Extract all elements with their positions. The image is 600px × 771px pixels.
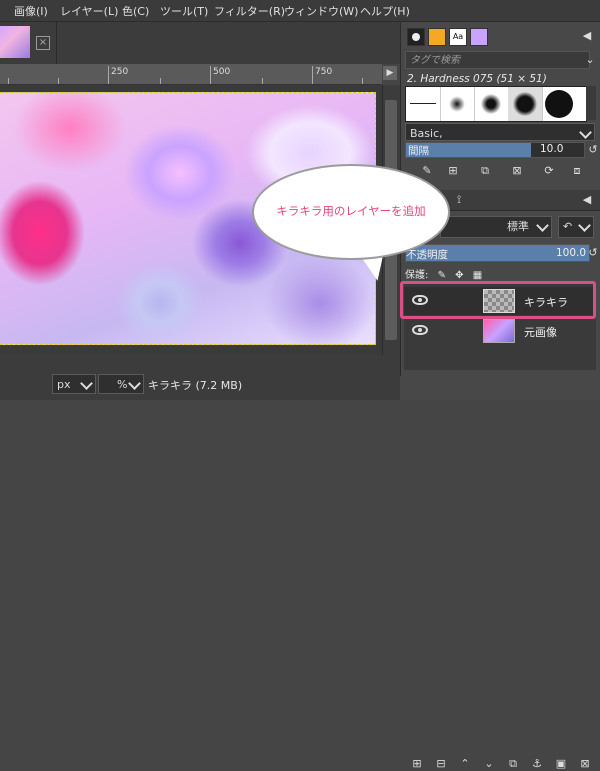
unit-value: px [57,378,71,391]
lock-alpha-icon[interactable]: ▦ [473,270,482,281]
eye-icon[interactable] [412,325,428,335]
layer-mode-value: 標準 [507,220,529,233]
duplicate-layer-icon[interactable]: ⧉ [506,757,520,771]
layer-mask-icon[interactable]: ▣ [554,757,568,771]
brush-pixel[interactable] [406,87,441,121]
chevron-down-icon [128,377,141,390]
status-text: キラキラ (7.2 MB) [148,379,243,392]
lock-label: 保護: [405,270,429,281]
layer-mode-select[interactable]: 標準 [440,216,552,238]
delete-layer-icon[interactable]: ⊠ [578,757,592,771]
opacity-value: 100.0 [556,247,587,259]
chevron-down-icon [536,219,549,232]
ruler-label-500: 500 [213,67,231,77]
brush-tab-icon[interactable] [407,28,425,46]
selected-brush-name: 2. Hardness 075 (51 × 51) [407,73,547,85]
menu-layer[interactable]: レイヤー(L) [60,3,118,19]
brush-grid-scrollbar[interactable] [586,86,596,120]
new-brush-icon[interactable]: ⊞ [446,164,460,178]
anchor-layer-icon[interactable]: ⚓ [530,757,544,771]
ruler-label-250: 250 [111,67,129,77]
menu-help[interactable]: ヘルプ(H) [360,3,410,19]
layer-thumbnail-original[interactable] [483,319,515,343]
menu-image[interactable]: 画像(I) [14,3,48,19]
edit-brush-icon[interactable]: ✎ [420,164,434,178]
image-tab-strip [0,22,400,64]
horizontal-scrollbar[interactable] [0,355,400,369]
layer-composite-select[interactable]: ↶ [558,216,594,238]
chevron-down-icon [578,219,591,232]
zoom-suffix: % [117,378,128,391]
layer-name-original[interactable]: 元画像 [524,324,557,340]
image-tab-thumbnail[interactable] [0,26,30,58]
highlight-frame [400,281,596,319]
raise-layer-icon[interactable]: ⌃ [458,757,472,771]
new-layer-group-icon[interactable]: ⊟ [434,757,448,771]
callout-text: キラキラ用のレイヤーを追加 [276,204,426,218]
chevron-down-icon [80,377,93,390]
duplicate-brush-icon[interactable]: ⧉ [478,164,492,178]
brush-preset-select[interactable]: Basic, [405,123,595,141]
brush-hardness-050[interactable] [474,87,509,121]
open-as-image-icon[interactable]: ⧈ [570,164,584,178]
close-icon[interactable]: × [36,36,50,50]
undo-icon: ↶ [563,220,573,233]
menu-tools[interactable]: ツール(T) [160,3,208,19]
brush-hardness-075[interactable] [508,87,543,121]
brush-grid [405,86,587,122]
tag-search-input[interactable]: タグで検索 [405,51,590,69]
reset-icon[interactable]: ↺ [586,143,600,157]
spacing-value: 10.0 [540,143,564,155]
tab-divider [56,22,57,64]
delete-brush-icon[interactable]: ⊠ [510,164,524,178]
zoom-select[interactable]: % [98,374,144,394]
lock-pixels-icon[interactable]: ✎ [438,270,446,281]
lower-layer-icon[interactable]: ⌄ [482,757,496,771]
font-tab-icon[interactable]: Aa [449,28,467,46]
brush-preset-value: Basic, [410,127,443,140]
lock-position-icon[interactable]: ✥ [455,270,463,281]
menu-filters[interactable]: フィルター(R) [214,3,285,19]
brush-hardness-100[interactable] [542,87,576,121]
ruler-label-750: 750 [315,67,333,77]
layers-toolbar: ⊞ ⊟ ⌃ ⌄ ⧉ ⚓ ▣ ⊠ [400,376,600,770]
reset-icon[interactable]: ↺ [586,246,600,260]
lock-row: 保護: ✎ ✥ ▦ [405,266,482,281]
menu-windows[interactable]: ウィンドウ(W) [284,3,358,19]
brush-soft-small[interactable] [440,87,475,121]
image-menu-arrow-icon[interactable]: ▶ [383,66,397,80]
spacing-label: 間隔 [408,145,429,157]
chevron-down-icon [579,126,592,139]
document-history-tab-icon[interactable] [470,28,488,46]
menu-color[interactable]: 色(C) [122,3,149,19]
new-layer-icon[interactable]: ⊞ [410,757,424,771]
refresh-brushes-icon[interactable]: ⟳ [542,164,556,178]
chevron-down-icon[interactable]: ⌄ [583,53,597,67]
paths-tab-icon[interactable]: ⟟ [452,193,466,207]
menu-bar: ) 画像(I) レイヤー(L) 色(C) ツール(T) フィルター(R) ウィン… [0,0,600,22]
dock-menu-arrow-icon[interactable]: ◀ [580,29,594,43]
unit-select[interactable]: px [52,374,96,394]
horizontal-ruler[interactable]: 250 500 750 [0,64,382,85]
pattern-tab-icon[interactable] [428,28,446,46]
dock-menu-arrow-icon[interactable]: ◀ [580,193,594,207]
